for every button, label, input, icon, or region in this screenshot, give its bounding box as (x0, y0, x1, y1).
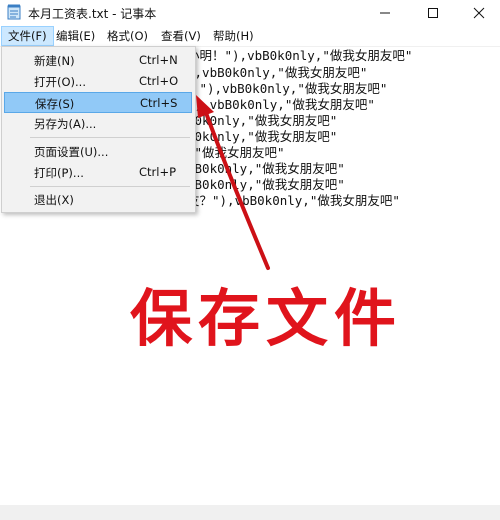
menu-item-label: 退出(X) (34, 193, 74, 207)
menu-item-label: 另存为(A)... (34, 117, 97, 131)
notepad-icon (7, 4, 21, 20)
menu-item-shortcut: Ctrl+P (139, 165, 177, 179)
menu-item-print[interactable]: 打印(P)... Ctrl+P (4, 162, 192, 183)
menu-item-shortcut: Ctrl+N (139, 53, 178, 67)
maximize-icon (428, 8, 438, 18)
menu-view[interactable]: 查看(V) (155, 26, 207, 46)
menu-separator (30, 137, 190, 138)
menu-item-label: 新建(N) (34, 54, 75, 68)
menu-item-save[interactable]: 保存(S) Ctrl+S (4, 92, 192, 113)
menu-item-label: 打开(O)... (34, 75, 86, 89)
menu-help[interactable]: 帮助(H) (207, 26, 260, 46)
editor-line: 友？"),vbB0k0nly,"做我女朋友吧" (187, 193, 400, 208)
menu-bar: 文件(F) 编辑(E) 格式(O) 查看(V) 帮助(H) (0, 26, 500, 47)
menu-item-label: 保存(S) (35, 97, 75, 111)
minimize-button[interactable] (362, 0, 408, 26)
window-title: 本月工资表.txt - 记事本 (28, 7, 157, 21)
menu-item-new[interactable]: 新建(N) Ctrl+N (4, 50, 192, 71)
menu-item-page-setup[interactable]: 页面设置(U)... (4, 141, 192, 162)
menu-item-open[interactable]: 打开(O)... Ctrl+O (4, 71, 192, 92)
close-icon (473, 7, 485, 19)
menu-item-shortcut: Ctrl+S (140, 96, 178, 110)
menu-file[interactable]: 文件(F) (1, 26, 54, 46)
maximize-button[interactable] (410, 0, 456, 26)
menu-separator (30, 186, 190, 187)
notepad-window: 本月工资表.txt - 记事本 文件(F) 编辑(E) 格式(O) 查看(V) … (0, 0, 500, 520)
menu-item-save-as[interactable]: 另存为(A)... (4, 113, 192, 134)
menu-format[interactable]: 格式(O) (101, 26, 154, 46)
horizontal-scrollbar[interactable] (0, 505, 500, 520)
file-menu-dropdown: 新建(N) Ctrl+N 打开(O)... Ctrl+O 保存(S) Ctrl+… (1, 46, 196, 213)
annotation-label: 保存文件 (130, 282, 403, 355)
menu-item-label: 打印(P)... (34, 166, 84, 180)
minimize-icon (380, 12, 390, 14)
menu-item-shortcut: Ctrl+O (139, 74, 179, 88)
menu-edit[interactable]: 编辑(E) (50, 26, 101, 46)
menu-item-label: 页面设置(U)... (34, 145, 109, 159)
menu-item-exit[interactable]: 退出(X) (4, 189, 192, 210)
close-button[interactable] (456, 0, 500, 26)
title-bar[interactable]: 本月工资表.txt - 记事本 (0, 0, 500, 26)
